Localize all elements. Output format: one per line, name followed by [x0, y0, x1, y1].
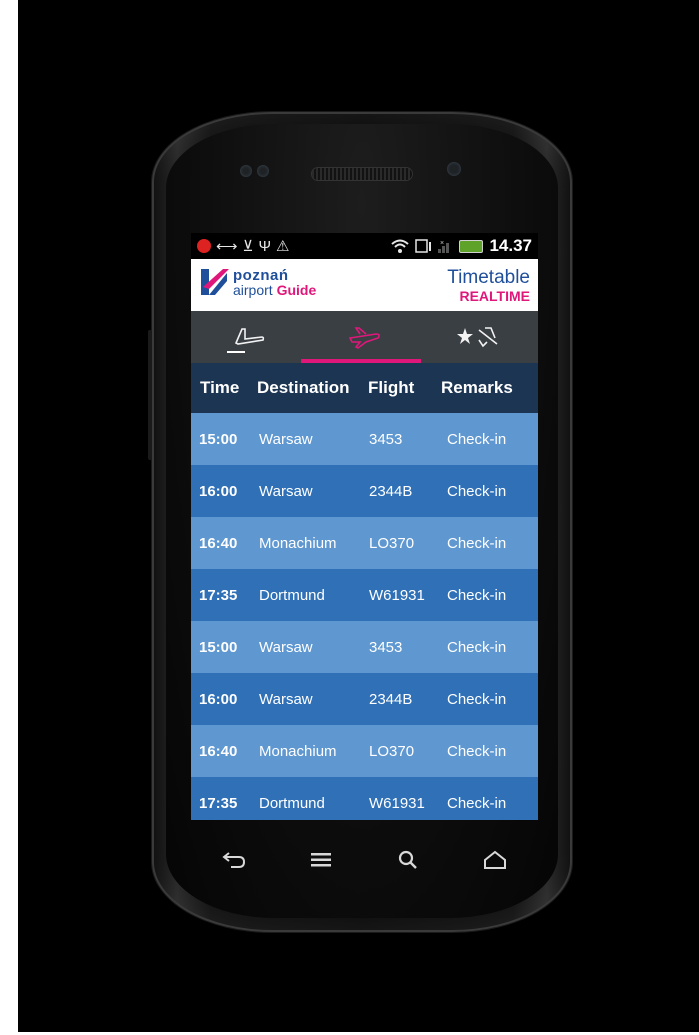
table-row[interactable]: 16:00 Warsaw 2344B Check-in [191, 673, 538, 725]
row-time: 17:35 [199, 586, 238, 604]
tab-favorites[interactable] [422, 311, 538, 363]
row-time: 15:00 [199, 638, 238, 656]
row-flight: 2344B [369, 690, 413, 708]
header-subtitle: REALTIME [459, 288, 530, 304]
row-destination: Monachium [259, 534, 337, 552]
table-row[interactable]: 16:00 Warsaw 2344B Check-in [191, 465, 538, 517]
row-flight: 3453 [369, 430, 403, 448]
arrivals-underline [227, 351, 245, 353]
signal-icon: × [438, 240, 450, 253]
col-remarks-header[interactable]: Remarks [435, 378, 538, 398]
svg-text:×: × [440, 240, 444, 247]
header-title: Timetable [447, 267, 530, 288]
row-remarks: Check-in [447, 534, 507, 552]
light-sensor [257, 165, 269, 177]
logo-subtitle: airport Guide [233, 282, 316, 298]
row-time: 17:35 [199, 794, 238, 812]
row-flight: W61931 [369, 794, 425, 812]
download-icon: ⊻ [242, 237, 254, 255]
home-icon [483, 850, 506, 869]
table-row[interactable]: 15:00 Warsaw 3453 Check-in [191, 413, 538, 465]
back-button[interactable] [204, 835, 264, 885]
table-row[interactable]: 15:00 Warsaw 3453 Check-in [191, 621, 538, 673]
row-flight: LO370 [369, 534, 415, 552]
table-header: Time Destination Flight Remarks [191, 363, 538, 413]
row-remarks: Check-in [447, 742, 507, 760]
clock: 14.37 [489, 236, 532, 255]
phone-screen: ⟷ ⊻ Ψ ⚠ × 14.37 poznań airport Guide Tim… [191, 233, 538, 820]
col-destination-header[interactable]: Destination [247, 378, 359, 398]
row-destination: Warsaw [259, 690, 313, 708]
col-flight-header[interactable]: Flight [359, 378, 435, 398]
row-remarks: Check-in [447, 690, 507, 708]
row-time: 15:00 [199, 430, 238, 448]
col-time-header[interactable]: Time [191, 378, 247, 398]
home-button[interactable] [465, 835, 525, 885]
back-icon [222, 852, 246, 868]
star-plane-icon [457, 327, 498, 348]
usb-debug-icon: ⟷ [216, 237, 238, 255]
row-remarks: Check-in [447, 430, 507, 448]
tab-arrivals[interactable] [191, 311, 307, 363]
row-destination: Warsaw [259, 638, 313, 656]
flight-list: 15:00 Warsaw 3453 Check-in 16:00 Warsaw … [191, 413, 538, 820]
row-time: 16:40 [199, 742, 238, 760]
status-bar: ⟷ ⊻ Ψ ⚠ × 14.37 [191, 233, 538, 259]
row-destination: Monachium [259, 742, 337, 760]
search-icon [398, 850, 417, 869]
earpiece-speaker [312, 168, 412, 180]
table-row[interactable]: 17:35 Dortmund W61931 Check-in [191, 569, 538, 621]
proximity-sensor [240, 165, 252, 177]
wifi-icon [391, 239, 410, 253]
logo-guide: Guide [276, 282, 317, 298]
front-camera [447, 162, 461, 176]
row-flight: W61931 [369, 586, 425, 604]
row-destination: Warsaw [259, 430, 313, 448]
app-header: poznań airport Guide Timetable REALTIME [191, 259, 538, 311]
menu-button[interactable] [291, 835, 351, 885]
system-nav-bar [191, 820, 538, 900]
plane-landing-icon [234, 328, 264, 345]
row-destination: Warsaw [259, 482, 313, 500]
row-flight: 3453 [369, 638, 403, 656]
row-time: 16:00 [199, 482, 238, 500]
warning-icon: ⚠ [276, 237, 290, 255]
row-destination: Dortmund [259, 586, 325, 604]
row-flight: LO370 [369, 742, 415, 760]
table-row[interactable]: 16:40 Monachium LO370 Check-in [191, 517, 538, 569]
tab-bar [191, 311, 538, 363]
tab-departures[interactable] [307, 311, 423, 363]
plane-takeoff-icon [348, 327, 380, 349]
logo-airport: airport [233, 282, 273, 298]
sim-icon [415, 239, 432, 253]
row-remarks: Check-in [447, 638, 507, 656]
table-row[interactable]: 16:40 Monachium LO370 Check-in [191, 725, 538, 777]
notification-icon [197, 239, 211, 253]
row-destination: Dortmund [259, 794, 325, 812]
menu-icon [311, 853, 332, 867]
row-time: 16:40 [199, 534, 238, 552]
battery-icon [459, 239, 484, 253]
table-row[interactable]: 17:35 Dortmund W61931 Check-in [191, 777, 538, 820]
row-flight: 2344B [369, 482, 413, 500]
airport-logo-icon [201, 269, 229, 295]
row-remarks: Check-in [447, 586, 507, 604]
search-button[interactable] [378, 835, 438, 885]
active-tab-indicator [301, 359, 421, 363]
usb-icon: Ψ [258, 237, 272, 255]
row-remarks: Check-in [447, 482, 507, 500]
row-time: 16:00 [199, 690, 238, 708]
page-left-border [0, 0, 18, 1035]
row-remarks: Check-in [447, 794, 507, 812]
